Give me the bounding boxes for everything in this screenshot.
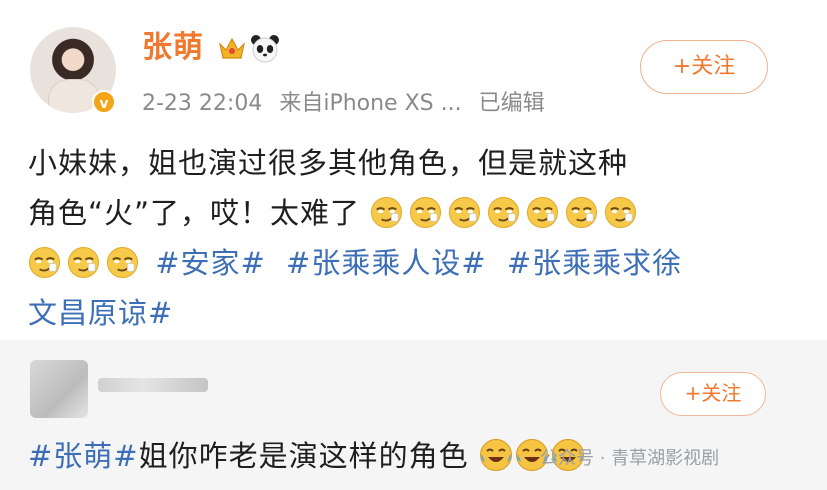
post-meta: 2-23 22:04 来自iPhone XS ... 已编辑 [142, 90, 555, 118]
post-text-line-4: 文昌原谅# [28, 288, 798, 338]
panda-icon [251, 35, 279, 63]
doge-emoji [448, 196, 481, 229]
hashtag-link[interactable]: #张萌# [28, 439, 139, 473]
doge-emoji [67, 246, 100, 279]
watermark: 公众号 · 青草湖影视剧 [540, 448, 720, 469]
doge-emoji [28, 246, 61, 279]
weibo-post-card: v 张萌 2-23 22:04 来自iPhone XS ... 已编辑 +关注 … [0, 0, 827, 340]
blurred-avatar[interactable] [30, 360, 88, 418]
doge-emoji [409, 196, 442, 229]
comment-body: 姐你咋老是演这样的角色 [138, 439, 469, 473]
blurred-username[interactable] [98, 378, 208, 392]
post-source: 来自iPhone XS ... [279, 91, 462, 116]
doge-emoji [604, 196, 637, 229]
post-text-line-2-text: 角色“火”了，哎！太难了 [28, 196, 361, 230]
post-edited-label[interactable]: 已编辑 [479, 91, 545, 116]
comment-text: #张萌#姐你咋老是演这样的角色 [28, 436, 587, 476]
doge-emoji [565, 196, 598, 229]
verified-badge-icon: v [92, 90, 116, 114]
hashtag-link[interactable]: #张乘乘人设# [286, 246, 487, 280]
comment-preview: +关注 #张萌#姐你咋老是演这样的角色 公众号 · 青草湖影视剧 [0, 340, 827, 490]
post-body: 小妹妹，姐也演过很多其他角色，但是就这种 角色“火”了，哎！太难了 #安家# #… [28, 138, 798, 338]
post-text-line-1: 小妹妹，姐也演过很多其他角色，但是就这种 [28, 146, 629, 180]
emoji-row [28, 246, 145, 280]
hashtag-link[interactable]: 文昌原谅# [28, 296, 173, 330]
hashtag-link[interactable]: #安家# [155, 246, 266, 280]
emoji-row [370, 196, 643, 230]
username[interactable]: 张萌 [142, 30, 204, 66]
laugh-cry-emoji [479, 438, 513, 472]
hashtag-link[interactable]: #张乘乘求徐 [507, 246, 682, 280]
follow-button[interactable]: +关注 [640, 40, 768, 94]
post-text-line-3: #安家# #张乘乘人设# #张乘乘求徐 [28, 238, 798, 288]
post-timestamp: 2-23 22:04 [142, 91, 263, 116]
doge-emoji [526, 196, 559, 229]
post-text-line-2: 角色“火”了，哎！太难了 [28, 188, 798, 238]
doge-emoji [106, 246, 139, 279]
crown-icon [218, 37, 246, 59]
follow-button-comment[interactable]: +关注 [660, 372, 766, 416]
doge-emoji [370, 196, 403, 229]
doge-emoji [487, 196, 520, 229]
